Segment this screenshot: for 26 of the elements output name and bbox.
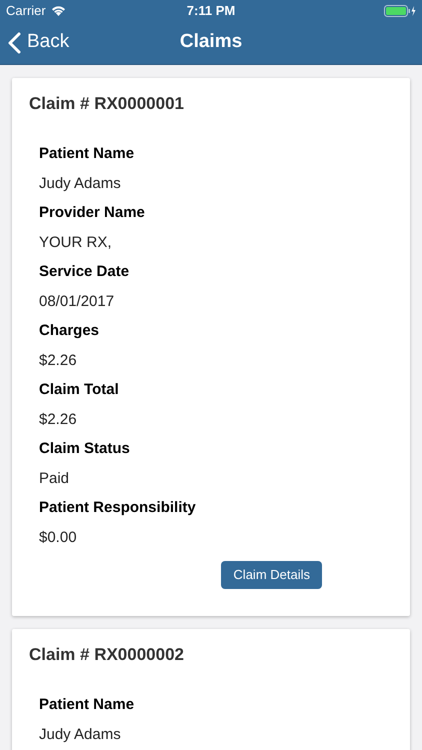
field-label: Patient Responsibility [39,498,197,518]
battery-charging-icon [384,4,416,16]
field-label: Patient Name [39,695,136,715]
field-value: 08/01/2017 [39,292,116,312]
claim-title: Claim # RX0000001 [29,93,185,115]
claim-title: Claim # RX0000002 [29,644,185,666]
wifi-icon [50,5,66,16]
field-value: Paid [39,468,70,488]
field-value: YOUR RX, [39,232,113,252]
field-label: Claim Status [39,439,131,459]
field-label: Provider Name [39,203,146,223]
status-time: 7:11 PM [186,2,236,20]
carrier-label: Carrier [6,2,46,20]
field-value: $2.26 [39,410,78,430]
chevron-left-icon [8,32,21,54]
claim-details-button[interactable]: Claim Details [221,561,322,589]
back-button[interactable]: Back [8,21,70,64]
field-label: Charges [39,321,100,341]
field-value: Judy Adams [39,724,122,744]
field-label: Claim Total [39,380,120,400]
field-label: Patient Name [39,144,136,164]
field-value: $0.00 [39,528,78,548]
field-label: Service Date [39,262,130,282]
field-value: $2.26 [39,350,78,370]
field-value: Judy Adams [39,174,122,194]
screen-title: Claims [180,30,242,54]
